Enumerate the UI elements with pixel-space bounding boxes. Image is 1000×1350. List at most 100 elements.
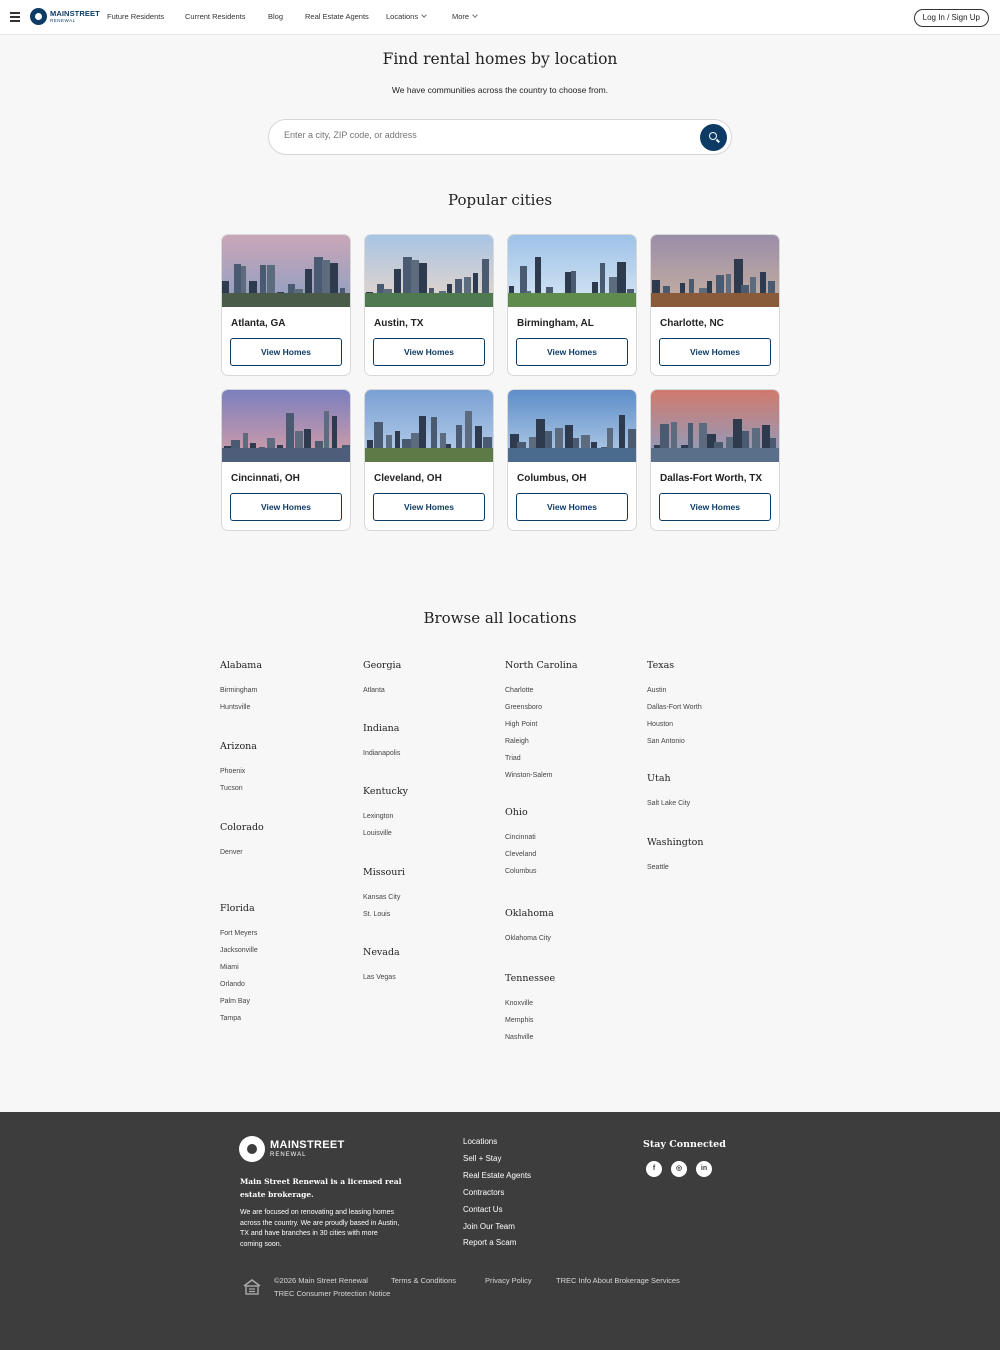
footer-link-report-scam[interactable]: Report a Scam [463, 1238, 516, 1247]
city-link[interactable]: Huntsville [220, 704, 250, 711]
city-link[interactable]: Triad [505, 755, 521, 762]
view-homes-button[interactable]: View Homes [516, 493, 628, 521]
city-link[interactable]: Phoenix [220, 768, 245, 775]
view-homes-button[interactable]: View Homes [659, 493, 771, 521]
city-link[interactable]: Austin [647, 687, 666, 694]
city-link[interactable]: St. Louis [363, 911, 390, 918]
city-name: Charlotte, NC [660, 318, 724, 329]
city-link[interactable]: Nashville [505, 1034, 533, 1041]
state-heading: Alabama [220, 660, 262, 671]
city-link[interactable]: Miami [220, 964, 239, 971]
city-link[interactable]: Cincinnati [505, 834, 536, 841]
nav-real-estate-agents[interactable]: Real Estate Agents [305, 12, 369, 21]
city-link[interactable]: Columbus [505, 868, 537, 875]
search-button[interactable] [700, 124, 727, 151]
state-heading: North Carolina [505, 660, 578, 671]
city-link[interactable]: Fort Meyers [220, 930, 257, 937]
city-skyline-image [222, 390, 350, 462]
city-link[interactable]: Jacksonville [220, 947, 258, 954]
city-link[interactable]: Greensboro [505, 704, 542, 711]
city-name: Dallas-Fort Worth, TX [660, 473, 763, 484]
city-link[interactable]: Palm Bay [220, 998, 250, 1005]
city-link[interactable]: Atlanta [363, 687, 385, 694]
view-homes-button[interactable]: View Homes [373, 493, 485, 521]
city-link[interactable]: Birmingham [220, 687, 257, 694]
city-card: Dallas-Fort Worth, TX View Homes [650, 389, 780, 531]
city-link[interactable]: Charlotte [505, 687, 533, 694]
city-link[interactable]: High Point [505, 721, 537, 728]
nav-blog[interactable]: Blog [268, 12, 283, 21]
city-link[interactable]: Louisville [363, 830, 392, 837]
view-homes-button[interactable]: View Homes [230, 493, 342, 521]
menu-icon[interactable] [10, 12, 20, 22]
city-skyline-image [365, 235, 493, 307]
city-link[interactable]: Salt Lake City [647, 800, 690, 807]
copyright: ©2026 Main Street Renewal [274, 1276, 368, 1285]
footer-link-locations[interactable]: Locations [463, 1137, 497, 1146]
view-homes-button[interactable]: View Homes [230, 338, 342, 366]
city-link[interactable]: Houston [647, 721, 673, 728]
equal-housing-icon [243, 1279, 261, 1295]
brand-logo[interactable]: MAINSTREET RENEWAL [30, 8, 100, 25]
top-nav: MAINSTREET RENEWAL Future Residents Curr… [0, 0, 1000, 35]
popular-cities-title: Popular cities [447, 191, 553, 209]
city-link[interactable]: Tucson [220, 785, 243, 792]
facebook-icon[interactable]: f [646, 1161, 662, 1177]
footer-link-contact-us[interactable]: Contact Us [463, 1205, 503, 1214]
city-link[interactable]: Denver [220, 849, 243, 856]
city-link[interactable]: Indianapolis [363, 750, 400, 757]
footer-link-real-estate-agents[interactable]: Real Estate Agents [463, 1171, 531, 1180]
footer-brand-subname: RENEWAL [270, 1152, 307, 1158]
city-link[interactable]: San Antonio [647, 738, 685, 745]
nav-locations-dropdown[interactable]: Locations [386, 12, 427, 21]
view-homes-button[interactable]: View Homes [516, 338, 628, 366]
city-card: Austin, TX View Homes [364, 234, 494, 376]
terms-link[interactable]: Terms & Conditions [391, 1276, 456, 1285]
city-link[interactable]: Las Vegas [363, 974, 396, 981]
nav-future-residents[interactable]: Future Residents [107, 12, 164, 21]
city-card: Birmingham, AL View Homes [507, 234, 637, 376]
trec-notice-link[interactable]: TREC Consumer Protection Notice [274, 1289, 390, 1298]
trec-info-link[interactable]: TREC Info About Brokerage Services [556, 1276, 680, 1285]
nav-more-dropdown[interactable]: More [452, 12, 478, 21]
state-heading: Ohio [505, 807, 528, 818]
footer-link-contractors[interactable]: Contractors [463, 1188, 504, 1197]
nav-locations-label: Locations [386, 12, 419, 21]
logo-mark-icon [239, 1136, 265, 1162]
city-skyline-image [508, 390, 636, 462]
city-link[interactable]: Raleigh [505, 738, 529, 745]
footer-link-sell-stay[interactable]: Sell + Stay [463, 1154, 501, 1163]
state-heading: Tennessee [505, 973, 556, 984]
city-link[interactable]: Memphis [505, 1017, 533, 1024]
state-heading: Utah [647, 773, 671, 784]
view-homes-button[interactable]: View Homes [373, 338, 485, 366]
stay-connected-heading: Stay Connected [643, 1139, 726, 1150]
city-name: Columbus, OH [517, 473, 587, 484]
footer-logo[interactable]: MAINSTREET RENEWAL [239, 1136, 345, 1162]
footer-link-join-our-team[interactable]: Join Our Team [463, 1222, 515, 1231]
city-link[interactable]: Dallas-Fort Worth [647, 704, 702, 711]
city-link[interactable]: Lexington [363, 813, 393, 820]
nav-current-residents[interactable]: Current Residents [185, 12, 245, 21]
city-link[interactable]: Tampa [220, 1015, 241, 1022]
city-link[interactable]: Orlando [220, 981, 245, 988]
city-skyline-image [508, 235, 636, 307]
view-homes-button[interactable]: View Homes [659, 338, 771, 366]
login-signup-button[interactable]: Log In / Sign Up [913, 9, 989, 27]
city-name: Cincinnati, OH [231, 473, 300, 484]
city-link[interactable]: Knoxville [505, 1000, 533, 1007]
city-link[interactable]: Winston-Salem [505, 772, 552, 779]
state-heading: Indiana [363, 723, 400, 734]
city-name: Birmingham, AL [517, 318, 594, 329]
instagram-icon[interactable]: ◎ [671, 1161, 687, 1177]
city-link[interactable]: Cleveland [505, 851, 536, 858]
city-link[interactable]: Oklahoma City [505, 935, 551, 942]
search-input[interactable] [284, 130, 684, 140]
state-heading: Texas [647, 660, 675, 671]
linkedin-icon[interactable]: in [696, 1161, 712, 1177]
privacy-link[interactable]: Privacy Policy [485, 1276, 532, 1285]
city-name: Cleveland, OH [374, 473, 442, 484]
city-link[interactable]: Seattle [647, 864, 669, 871]
city-card: Charlotte, NC View Homes [650, 234, 780, 376]
city-link[interactable]: Kansas City [363, 894, 400, 901]
